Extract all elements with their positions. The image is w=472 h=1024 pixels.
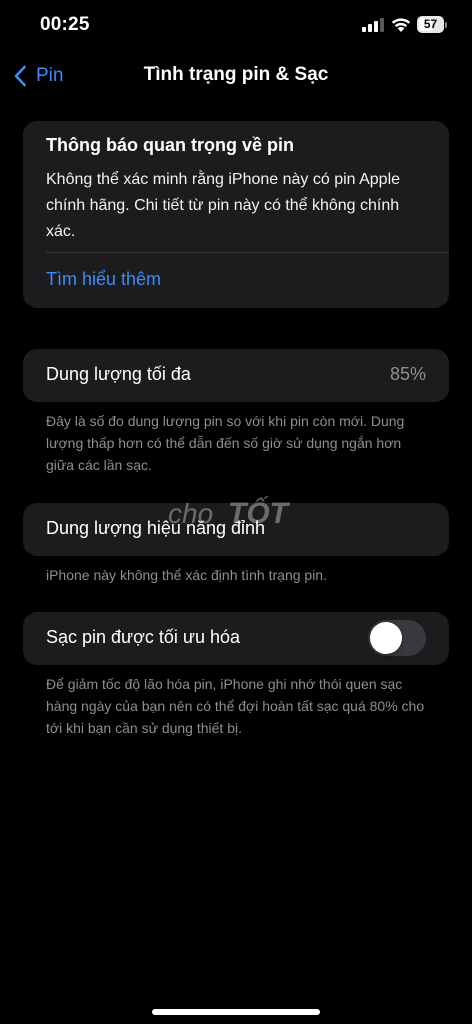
navigation-bar: Pin Tình trạng pin & Sạc	[0, 54, 472, 98]
optimized-charging-label: Sạc pin được tối ưu hóa	[46, 627, 241, 647]
svg-text:TỐT: TỐT	[228, 496, 291, 530]
toggle-knob	[370, 622, 402, 654]
max-capacity-footnote: Đây là số đo dung lượng pin so với khi p…	[46, 413, 405, 473]
battery-notice-card: Thông báo quan trọng về pin Không thể xá…	[23, 121, 449, 308]
max-capacity-row: Dung lượng tối đa 85%	[23, 349, 449, 402]
peak-performance-footnote: iPhone này không thể xác định tình trạng…	[46, 567, 327, 583]
battery-percent: 57	[423, 17, 438, 31]
optimized-charging-footnote: Để giảm tốc độ lão hóa pin, iPhone ghi n…	[46, 676, 425, 736]
status-bar: 00:25 57	[0, 0, 472, 54]
max-capacity-label: Dung lượng tối đa	[46, 364, 191, 384]
learn-more-link[interactable]: Tìm hiểu thêm	[46, 269, 161, 290]
optimized-charging-toggle[interactable]	[368, 620, 426, 656]
battery-health-screen: 00:25 57 Pin Tình trạng pin & Sạc Thông …	[0, 0, 472, 1024]
page-title: Tình trạng pin & Sạc	[143, 64, 329, 85]
notice-title: Thông báo quan trọng về pin	[46, 135, 294, 155]
home-indicator[interactable]	[152, 1009, 320, 1015]
cellular-signal-icon	[362, 18, 384, 32]
max-capacity-value: 85%	[389, 364, 426, 384]
battery-icon: 57	[417, 16, 448, 33]
optimized-charging-row: Sạc pin được tối ưu hóa	[23, 612, 449, 665]
divider	[46, 252, 449, 253]
notice-body: Không thể xác minh rằng iPhone này có pi…	[46, 171, 401, 240]
wifi-icon	[391, 18, 411, 32]
svg-text:cho: cho	[168, 498, 213, 529]
watermark-logo: cho TỐT	[168, 496, 291, 530]
status-time: 00:25	[40, 14, 90, 35]
